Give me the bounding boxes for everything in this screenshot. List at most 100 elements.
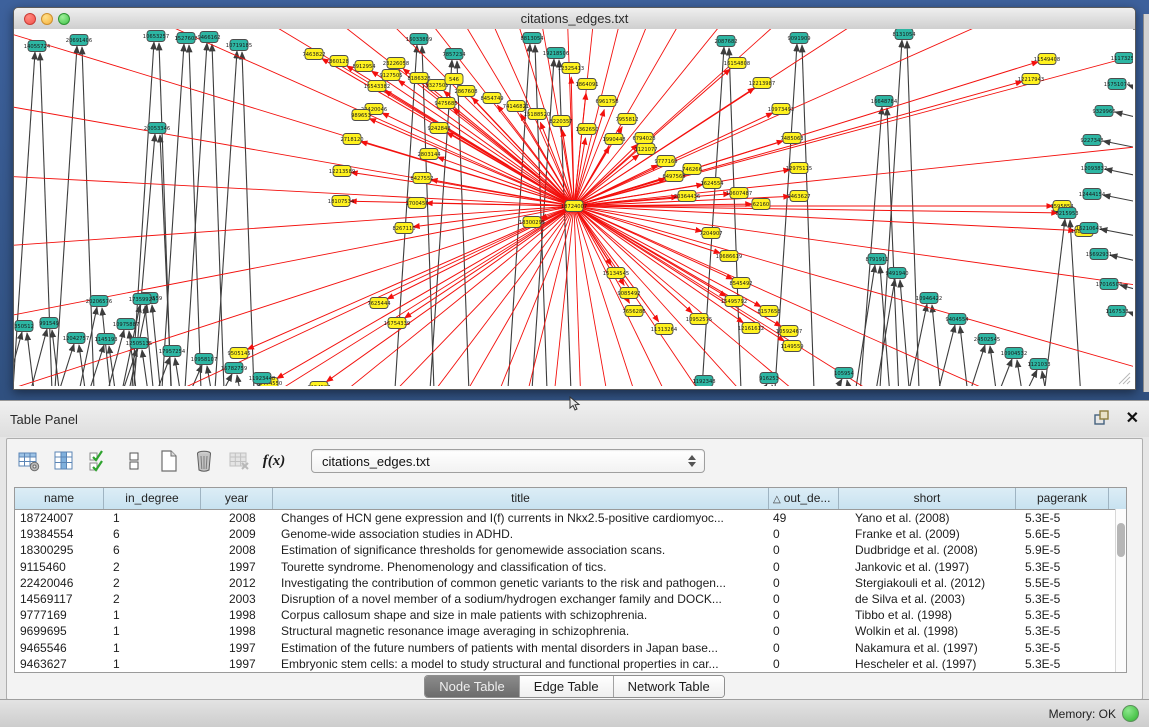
graph-node[interactable]: 18300295 [519,217,545,228]
graph-node[interactable]: 15188520 [524,109,550,120]
graph-node[interactable]: 12217943 [1018,74,1044,85]
graph-node[interactable]: 10719185 [226,40,252,51]
column-header-in_degree[interactable]: in_degree [104,488,201,509]
select-columns-icon[interactable] [52,449,76,473]
graph-node[interactable]: 12042757 [63,333,89,344]
graph-node[interactable]: 18724007 [561,201,587,212]
graph-node[interactable]: 9227343 [1080,135,1103,146]
graph-node[interactable]: 10607487 [726,188,752,199]
graph-node[interactable]: 8454749 [480,93,503,104]
graph-node[interactable]: 9463627 [787,191,810,202]
graph-node[interactable]: 15134545 [603,268,629,279]
graph-node[interactable]: 991549 [39,318,59,329]
graph-node[interactable]: 8545492 [729,278,752,289]
graph-node[interactable]: 7463822 [302,49,325,60]
graph-node[interactable]: 7485063 [780,133,803,144]
graph-node[interactable]: 105954 [834,368,855,379]
graph-node[interactable]: 916253 [759,373,779,384]
graph-node[interactable]: 10653257 [143,31,169,42]
graph-node[interactable]: 74146821 [503,101,529,112]
delete-column-icon[interactable] [192,449,216,473]
graph-node[interactable]: 8813054 [520,33,544,44]
graph-node[interactable]: 12325413 [558,63,584,74]
table-row[interactable]: 911546021997Tourette syndrome. Phenomeno… [15,559,1126,575]
graph-node[interactable]: 8186328 [407,73,430,84]
column-header-year[interactable]: year [201,488,273,509]
graph-node[interactable]: 1527602 [174,33,197,44]
column-header-name[interactable]: name [15,488,104,509]
graph-node[interactable]: 1121033 [1027,359,1050,370]
graph-node[interactable]: 746266 [682,164,702,175]
graph-node[interactable]: 989653 [351,110,371,121]
table-row[interactable]: 2242004622012Investigating the contribut… [15,575,1126,591]
new-column-icon[interactable] [157,449,181,473]
graph-node[interactable]: 8157658 [757,306,780,317]
close-icon[interactable]: ✕ [1126,408,1139,428]
graph-node[interactable]: 19218506 [543,48,569,59]
graph-node[interactable]: 9404554 [945,314,969,325]
graph-node[interactable]: 6497568 [662,171,685,182]
graph-node[interactable]: 6961758 [595,96,618,107]
resize-grip[interactable] [1118,372,1131,385]
graph-node[interactable]: 16154808 [724,58,750,69]
graph-node[interactable]: 9091909 [787,33,810,44]
graph-node[interactable]: 10975887 [113,319,139,330]
table-row[interactable]: 1456911722003Disruption of a novel membe… [15,591,1126,607]
graph-node[interactable]: 8427552 [410,173,433,184]
graph-node[interactable]: 8215953 [1055,208,1078,219]
graph-node[interactable]: 1149559 [780,341,803,352]
window-title-bar[interactable]: citations_edges.txt [14,8,1135,30]
graph-node[interactable]: 8131054 [892,29,916,40]
graph-node[interactable]: 1362650 [575,124,598,135]
graph-node[interactable]: 10904532 [1001,348,1027,359]
table-row[interactable]: 1938455462009Genome-wide association stu… [15,526,1126,542]
graph-node[interactable]: 9127505 [379,70,402,81]
graph-node[interactable]: 9491940 [885,268,908,279]
graph-node[interactable]: 11923448 [249,373,275,384]
graph-node[interactable]: 7625444 [367,298,391,309]
graph-node[interactable]: 16543382 [364,81,390,92]
table-row[interactable]: 946362711997Embryonic stem cells: a mode… [15,656,1126,672]
column-header-title[interactable]: title [273,488,769,509]
graph-node[interactable]: 2803144 [417,149,441,160]
graph-node[interactable]: 15495792 [721,296,747,307]
graph-node[interactable]: 16782759 [221,363,247,374]
delete-table-icon[interactable] [227,449,251,473]
table-selector-dropdown[interactable]: citations_edges.txt [311,449,705,473]
table-row[interactable]: 969969511998Structural magnetic resonanc… [15,623,1126,639]
graph-node[interactable]: 8267110 [392,223,415,234]
graph-node[interactable]: 9505145 [227,348,250,359]
column-header-pagerank[interactable]: pagerank [1016,488,1109,509]
graph-node[interactable]: 1167533 [1105,306,1128,317]
graph-node[interactable]: 11549408 [1034,54,1060,65]
graph-node[interactable]: 1145193 [94,334,117,345]
graph-node[interactable]: 10952575 [686,314,712,325]
table-scrollbar[interactable] [1115,509,1126,672]
graph-node[interactable]: 7204907 [699,228,722,239]
column-header-short[interactable]: short [839,488,1016,509]
graph-node[interactable]: 12213987 [749,78,775,89]
graph-node[interactable]: 10946422 [916,293,942,304]
graph-node[interactable]: 9329966 [1092,106,1115,117]
graph-node[interactable]: 12505135 [126,338,152,349]
graph-node[interactable]: 10592467 [776,326,802,337]
table-row[interactable]: 1830029562008Estimation of significance … [15,542,1126,558]
graph-node[interactable]: 8791911 [865,254,888,265]
graph-node[interactable]: 20691406 [66,35,92,46]
graph-node[interactable]: 62160 [752,199,770,210]
graph-node[interactable]: 12093832 [1081,163,1107,174]
graph-node[interactable]: 12975115 [786,163,812,174]
graph-node[interactable]: 10973493 [768,104,794,115]
graph-node[interactable]: 1864091 [575,79,598,90]
tab-edge-table[interactable]: Edge Table [520,676,614,697]
rows-icon[interactable] [122,449,146,473]
graph-node[interactable]: 7955812 [615,114,638,125]
graph-node[interactable]: 9085492 [617,288,640,299]
graph-node[interactable]: 9475685 [434,98,457,109]
table-row[interactable]: 1872400712008Changes of HCN gene express… [15,510,1126,526]
graph-node[interactable]: 7656286 [622,306,645,317]
graph-node[interactable]: 17016504 [1096,279,1123,290]
graph-node[interactable]: 9242848 [427,123,450,134]
graph-node[interactable]: 16210643 [1076,223,1102,234]
graph-node[interactable]: 10958107 [191,354,217,365]
